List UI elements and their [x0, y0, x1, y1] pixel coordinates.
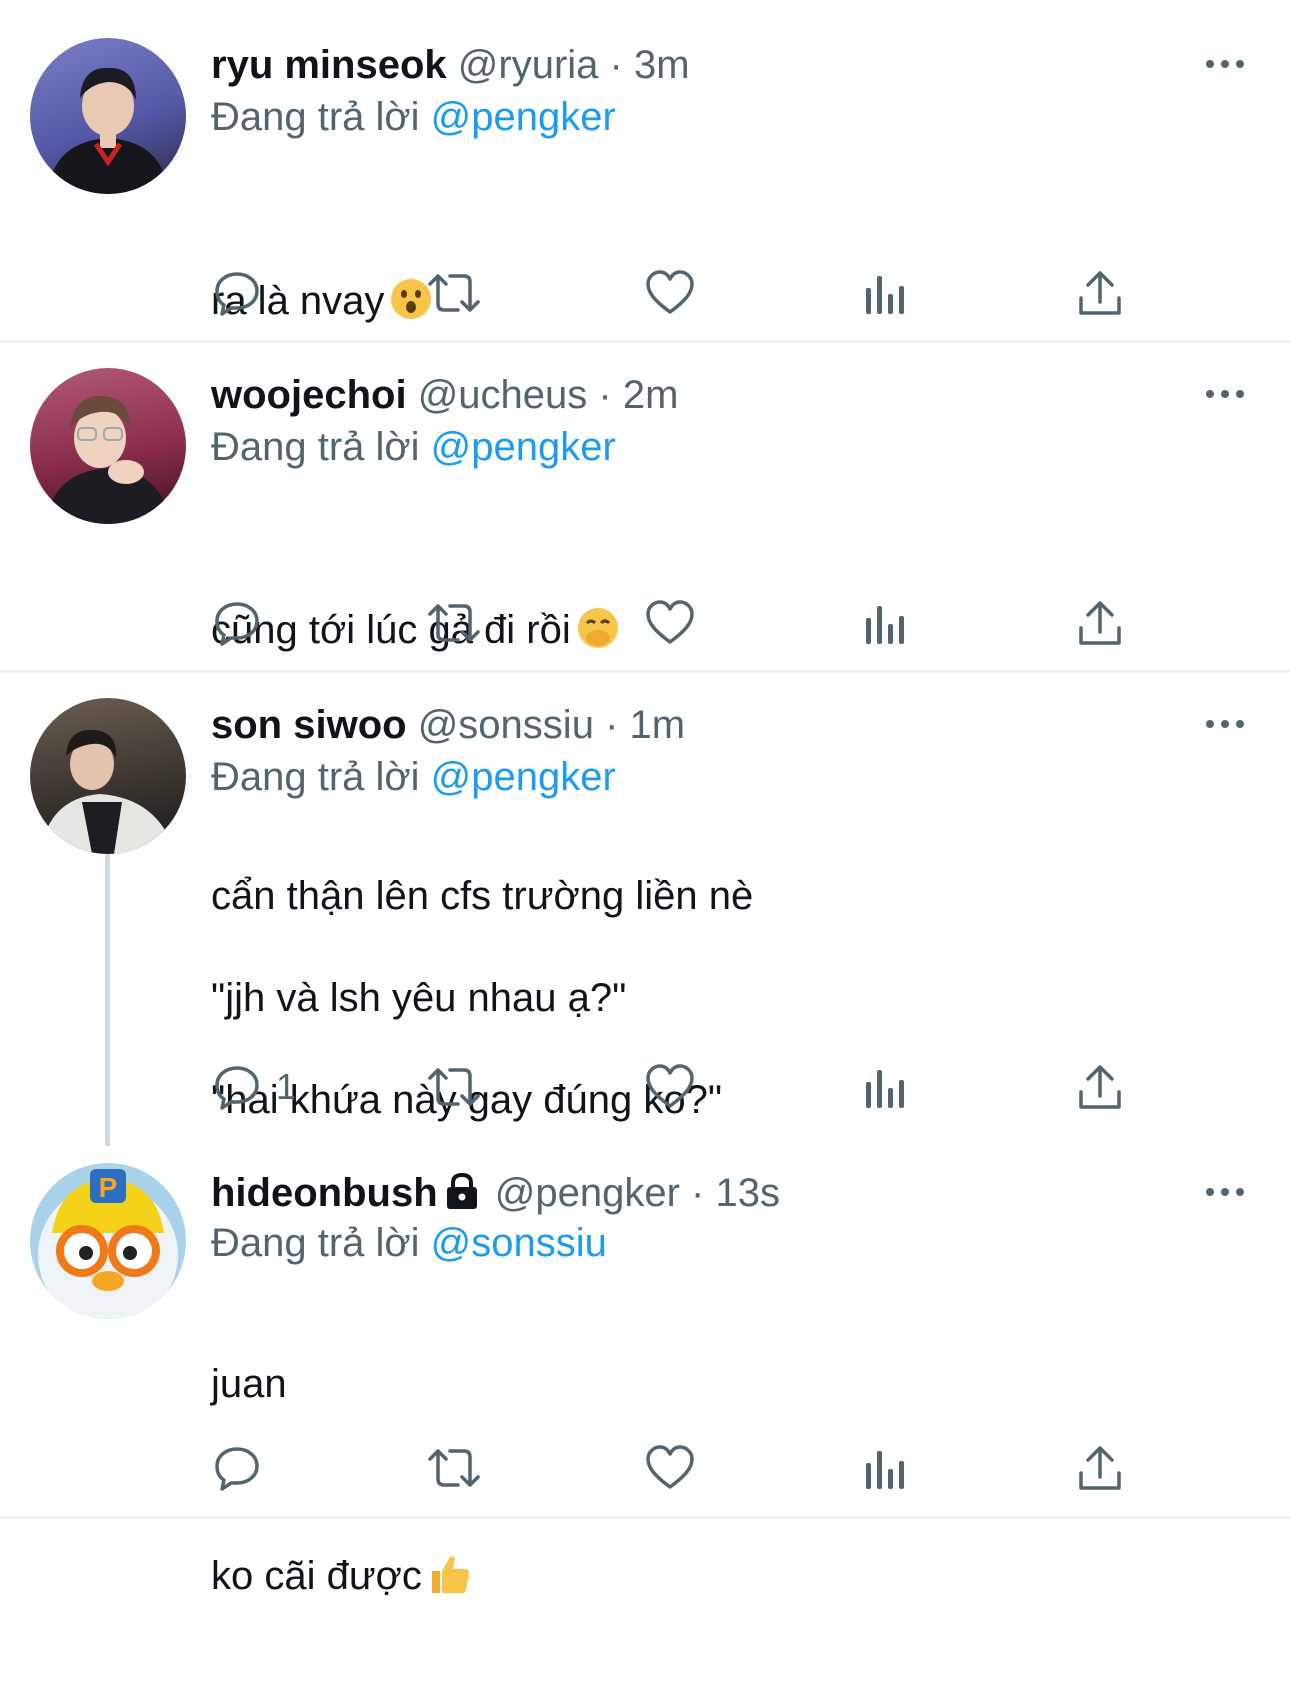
views-button[interactable] — [864, 268, 906, 318]
timestamp[interactable]: 2m — [623, 373, 679, 417]
reply-button[interactable] — [212, 268, 276, 318]
avatar[interactable] — [30, 698, 186, 854]
reply-prefix: Đang trả lời — [211, 95, 420, 139]
like-button[interactable] — [645, 1062, 695, 1112]
share-button[interactable] — [1078, 1062, 1122, 1112]
reply-prefix: Đang trả lời — [211, 1221, 420, 1265]
heart-icon — [646, 270, 694, 314]
mention-link[interactable]: @pengker — [431, 95, 616, 139]
tweet-4[interactable]: P hideonbush @pengker · 13s Đang trả lời… — [0, 1143, 1290, 1598]
reply-icon — [215, 1066, 259, 1110]
timestamp[interactable]: 1m — [630, 703, 686, 747]
reply-button[interactable]: 1 — [212, 1062, 296, 1112]
like-button[interactable] — [645, 268, 695, 318]
reply-prefix: Đang trả lời — [211, 425, 420, 469]
reply-icon — [215, 602, 259, 646]
analytics-icon — [866, 1070, 904, 1108]
retweet-icon — [428, 274, 480, 312]
timestamp[interactable]: 13s — [715, 1171, 780, 1215]
share-icon — [1079, 1065, 1121, 1109]
views-button[interactable] — [864, 1062, 906, 1112]
more-options-icon[interactable] — [1206, 718, 1246, 730]
share-button[interactable] — [1078, 1443, 1122, 1493]
reply-button[interactable] — [212, 1443, 276, 1493]
mention-link[interactable]: @pengker — [431, 755, 616, 799]
thumbs-up-emoji — [428, 1483, 472, 1615]
heart-icon — [646, 600, 694, 644]
tweet-1[interactable]: ryu minseok @ryuria · 3m Đang trả lời @p… — [0, 0, 1290, 340]
handle[interactable]: @sonssiu — [418, 703, 594, 747]
retweet-icon — [428, 1449, 480, 1487]
timestamp[interactable]: 3m — [634, 43, 690, 87]
like-button[interactable] — [645, 598, 695, 648]
display-name[interactable]: hideonbush — [211, 1171, 438, 1215]
share-icon — [1079, 1446, 1121, 1490]
analytics-icon — [866, 276, 904, 314]
retweet-icon — [428, 604, 480, 642]
display-name[interactable]: woojechoi — [211, 373, 407, 417]
display-name[interactable]: son siwoo — [211, 703, 407, 747]
retweet-icon — [428, 1068, 480, 1106]
tweet-3[interactable]: son siwoo @sonssiu · 1m Đang trả lời @pe… — [0, 673, 1290, 1146]
handle[interactable]: @pengker — [495, 1171, 680, 1215]
reply-prefix: Đang trả lời — [211, 755, 420, 799]
heart-icon — [646, 1445, 694, 1489]
retweet-button[interactable] — [426, 1443, 482, 1493]
more-options-icon[interactable] — [1206, 1186, 1246, 1198]
reply-icon — [215, 272, 259, 316]
reply-count: 1 — [276, 1066, 297, 1107]
like-button[interactable] — [645, 1443, 695, 1493]
heart-icon — [646, 1064, 694, 1108]
handle[interactable]: @ryuria — [458, 43, 599, 87]
avatar[interactable] — [30, 368, 186, 524]
avatar[interactable]: P — [30, 1163, 186, 1319]
share-button[interactable] — [1078, 598, 1122, 648]
share-icon — [1079, 271, 1121, 315]
retweet-button[interactable] — [426, 268, 482, 318]
mention-link[interactable]: @pengker — [431, 425, 616, 469]
display-name[interactable]: ryu minseok — [211, 43, 447, 87]
views-button[interactable] — [864, 1443, 906, 1493]
reply-icon — [215, 1447, 259, 1491]
lock-icon — [444, 1172, 480, 1220]
tweet-2[interactable]: woojechoi @ucheus · 2m Đang trả lời @pen… — [0, 343, 1290, 670]
reply-button[interactable] — [212, 598, 276, 648]
tweet-text: cẩn thận lên cfs trường liền nè "jjh và … — [211, 874, 754, 1122]
analytics-icon — [866, 606, 904, 644]
share-icon — [1079, 601, 1121, 645]
more-options-icon[interactable] — [1206, 58, 1246, 70]
retweet-button[interactable] — [426, 598, 482, 648]
avatar[interactable] — [30, 38, 186, 194]
share-button[interactable] — [1078, 268, 1122, 318]
divider — [0, 1516, 1290, 1519]
views-button[interactable] — [864, 598, 906, 648]
retweet-button[interactable] — [426, 1062, 482, 1112]
more-options-icon[interactable] — [1206, 388, 1246, 400]
svg-text:P: P — [99, 1172, 118, 1203]
handle[interactable]: @ucheus — [418, 373, 588, 417]
mention-link[interactable]: @sonssiu — [431, 1221, 607, 1265]
analytics-icon — [866, 1451, 904, 1489]
